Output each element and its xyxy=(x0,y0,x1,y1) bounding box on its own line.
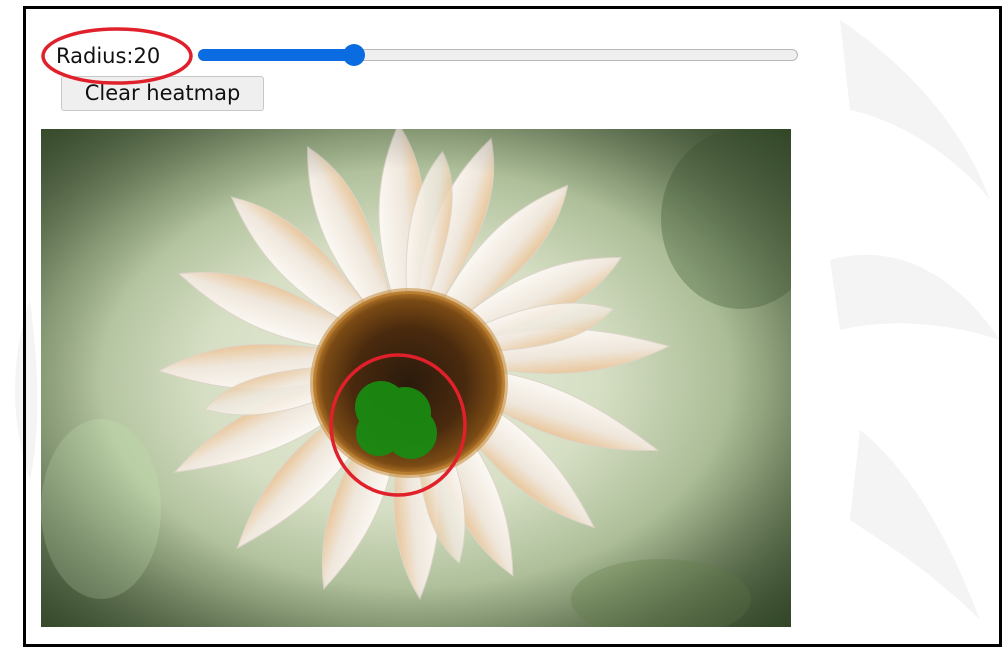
flower-photo xyxy=(41,129,791,627)
slider-thumb[interactable] xyxy=(343,44,365,66)
heatmap-canvas[interactable] xyxy=(41,129,791,627)
clear-heatmap-button[interactable]: Clear heatmap xyxy=(61,76,264,111)
slider-fill xyxy=(198,49,354,61)
page: Radius:20 Clear heatmap xyxy=(0,0,1006,655)
radius-slider[interactable] xyxy=(198,44,798,66)
radius-label: Radius:20 xyxy=(56,44,161,68)
